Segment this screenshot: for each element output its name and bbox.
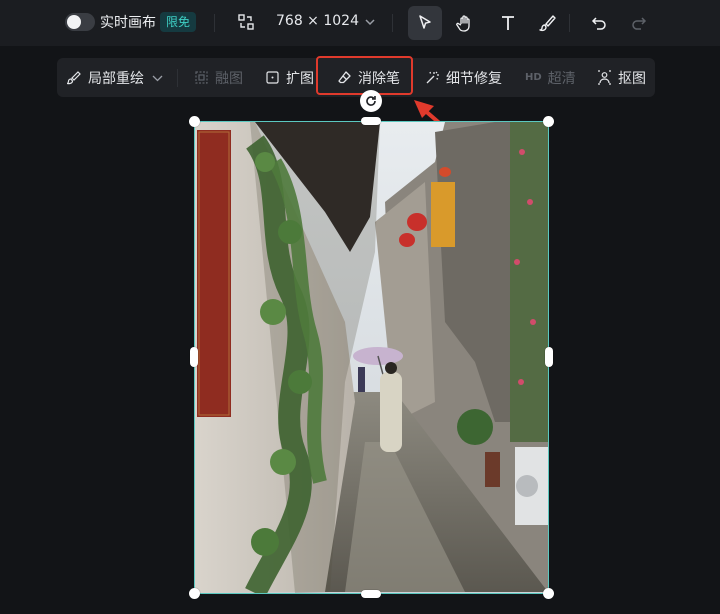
repaint-icon (67, 71, 81, 85)
resize-handle-top[interactable] (361, 117, 381, 125)
redo-icon (632, 17, 647, 30)
inpaint-label: 局部重绘 (88, 70, 144, 87)
cutout-label: 抠图 (618, 70, 646, 87)
hand-icon (456, 15, 470, 32)
resize-icon[interactable] (238, 14, 254, 30)
canvas-image[interactable] (194, 121, 549, 594)
rotate-icon (366, 96, 376, 106)
magic-wand-icon (426, 71, 439, 84)
detail-repair-button[interactable]: 细节修复 (425, 58, 502, 97)
top-toolbar: 实时画布 限免 768 × 1024 (0, 0, 720, 46)
resize-handle-bottom-left[interactable] (189, 588, 200, 599)
undo-button[interactable] (582, 6, 616, 40)
detail-repair-label: 细节修复 (446, 70, 502, 87)
alley-photo (195, 122, 548, 593)
divider (214, 14, 215, 32)
merge-icon (195, 71, 208, 84)
canvas-size-select[interactable]: 768 × 1024 (276, 13, 359, 29)
text-tool-button[interactable] (491, 6, 525, 40)
text-icon (502, 16, 514, 30)
expand-label: 扩图 (286, 70, 314, 87)
hand-tool-button[interactable] (448, 6, 482, 40)
resize-handle-right[interactable] (545, 347, 553, 367)
resize-handle-bottom-right[interactable] (543, 588, 554, 599)
undo-icon (591, 17, 606, 30)
brush-icon (539, 15, 556, 32)
resize-handle-top-left[interactable] (189, 116, 200, 127)
inpaint-button[interactable]: 局部重绘 (67, 58, 165, 97)
resize-handle-left[interactable] (190, 347, 198, 367)
resize-handle-top-right[interactable] (543, 116, 554, 127)
hd-label: 超清 (547, 70, 576, 87)
realtime-canvas-label: 实时画布 (100, 15, 156, 31)
expand-icon (266, 71, 279, 84)
toggle-knob (67, 15, 81, 29)
rotate-handle[interactable] (360, 90, 382, 112)
merge-label: 融图 (215, 70, 243, 87)
merge-button[interactable]: 融图 (194, 58, 243, 97)
select-tool-button[interactable] (408, 6, 442, 40)
resize-handle-bottom[interactable] (361, 590, 381, 598)
eraser-highlight-box (316, 56, 413, 95)
free-badge: 限免 (160, 12, 197, 32)
divider (569, 14, 570, 32)
chevron-down-icon (152, 75, 163, 82)
cursor-icon (419, 15, 431, 29)
redo-button[interactable] (622, 6, 656, 40)
divider (392, 14, 393, 32)
cutout-button[interactable]: 抠图 (597, 58, 646, 97)
hd-upscale-button[interactable]: HD 超清 (525, 58, 576, 97)
expand-button[interactable]: 扩图 (265, 58, 314, 97)
hd-icon: HD (525, 72, 542, 83)
brush-tool-button[interactable] (530, 6, 564, 40)
chevron-down-icon[interactable] (363, 15, 377, 29)
cutout-icon (598, 70, 611, 85)
realtime-canvas-toggle[interactable] (65, 13, 95, 31)
divider (177, 69, 178, 87)
